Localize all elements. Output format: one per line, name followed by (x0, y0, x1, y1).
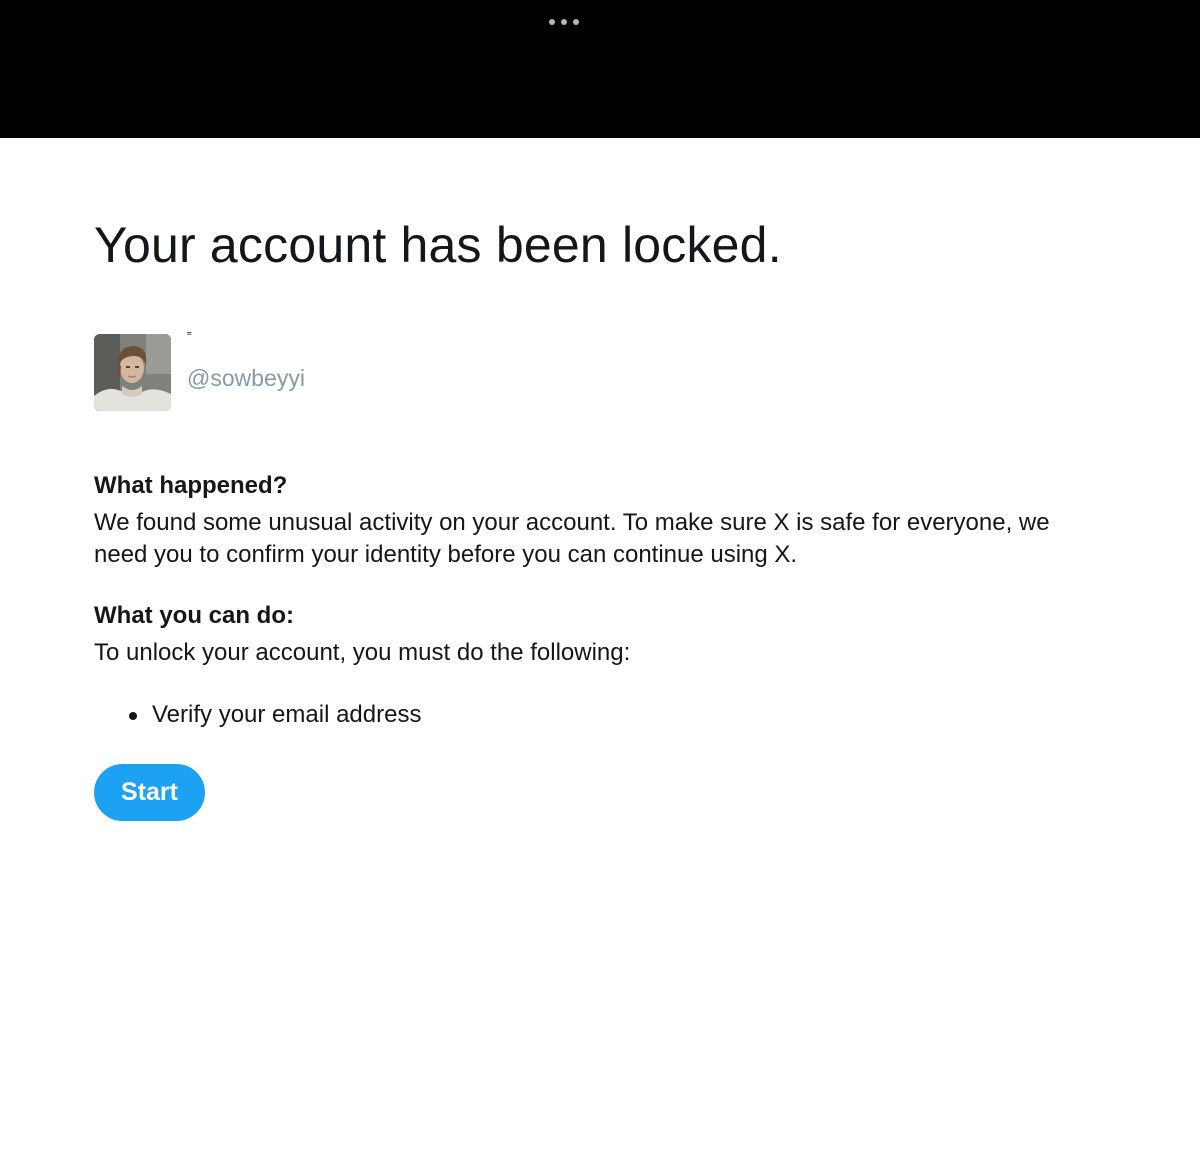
avatar (94, 334, 171, 411)
list-item: Verify your email address (94, 699, 421, 731)
page-title: Your account has been locked. (94, 217, 782, 273)
dot (561, 19, 567, 25)
more-horizontal-icon[interactable] (549, 19, 579, 25)
dot (573, 19, 579, 25)
account-profile: ˭ @sowbeyyi (94, 330, 494, 412)
what-you-can-do-heading: What you can do: (94, 602, 294, 629)
start-button[interactable]: Start (94, 764, 205, 821)
unlock-steps-list: Verify your email address (94, 699, 421, 731)
what-you-can-do-text: To unlock your account, you must do the … (94, 639, 631, 666)
dot (549, 19, 555, 25)
avatar-image (94, 334, 171, 411)
top-bar (0, 0, 1200, 138)
display-name: ˭ (187, 330, 192, 346)
what-happened-text: We found some unusual activity on your a… (94, 509, 1050, 568)
step-label: Verify your email address (152, 701, 422, 728)
bullet-icon (129, 712, 137, 720)
username-handle: @sowbeyyi (187, 365, 305, 391)
what-happened-heading: What happened? (94, 472, 288, 499)
